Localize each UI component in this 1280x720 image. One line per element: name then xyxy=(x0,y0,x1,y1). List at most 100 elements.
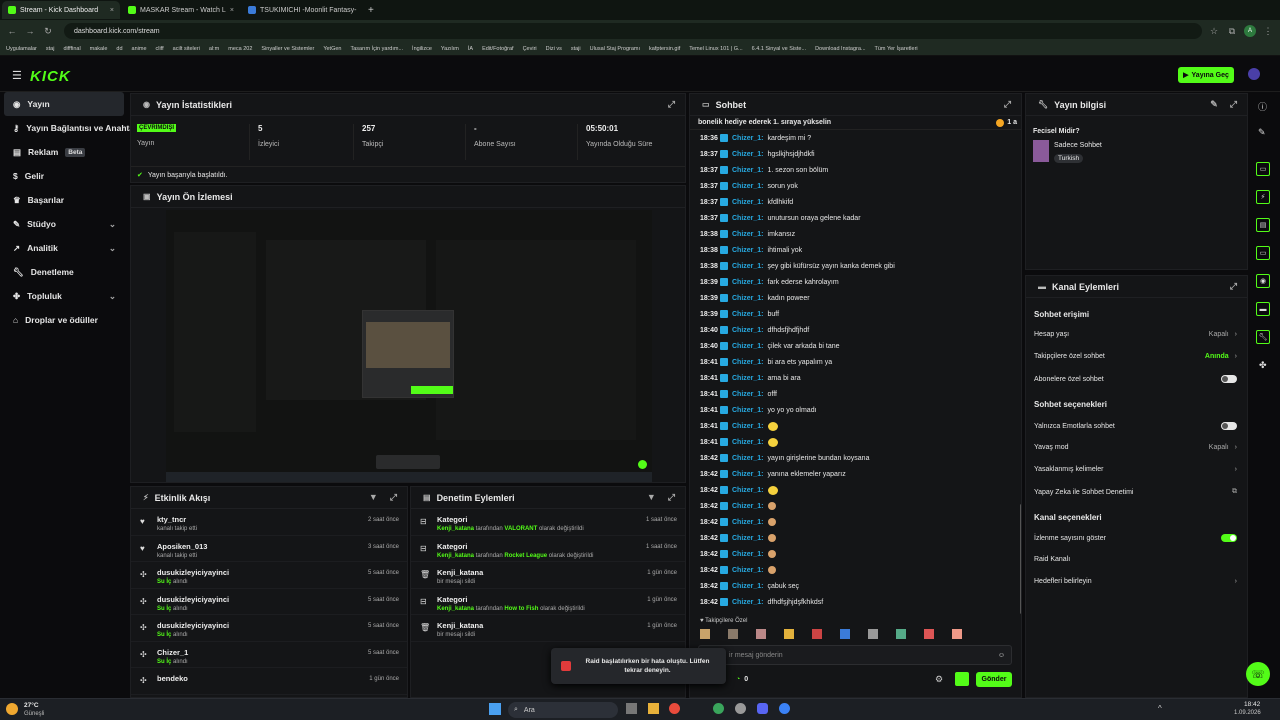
bookmark-item[interactable]: staji xyxy=(571,46,581,52)
chat-message[interactable]: 18:38 Chizer_1: şey gibi küfürsüz yayın ka… xyxy=(690,258,1021,274)
filter-icon[interactable]: ▼ xyxy=(647,492,656,503)
chrome-icon[interactable] xyxy=(669,703,680,714)
emote-icon[interactable] xyxy=(700,629,710,639)
message-username[interactable]: Chizer_1: xyxy=(732,583,764,590)
close-tab-icon[interactable]: × xyxy=(230,7,234,14)
chat-message[interactable]: 18:37 Chizer_1: sorun yok xyxy=(690,178,1021,194)
rail-moderation-button[interactable]: ▤ xyxy=(1256,218,1270,232)
rail-info-button[interactable]: 🔧︎ xyxy=(1256,330,1270,344)
popout-icon[interactable]: ⤢ xyxy=(1004,99,1011,110)
chat-message[interactable]: 18:39 Chizer_1: kadın poweer xyxy=(690,290,1021,306)
send-button[interactable]: Gönder xyxy=(976,672,1012,687)
rail-activity-button[interactable]: ⚡︎ xyxy=(1256,190,1270,204)
chat-message[interactable]: 18:42 Chizer_1: yanına eklemeler yaparız xyxy=(690,466,1021,482)
channel-points[interactable]: ◔ 0 xyxy=(736,676,748,683)
sidebar-item-studio[interactable]: ✎ Stüdyo ⌄ xyxy=(0,212,128,236)
emote-icon[interactable] xyxy=(924,629,934,639)
message-username[interactable]: Chizer_1: xyxy=(732,439,764,446)
chat-message[interactable]: 18:41 Chizer_1: yo yo yo olmadı xyxy=(690,402,1021,418)
chat-message[interactable]: 18:36 Chizer_1: kardeşim mi ? xyxy=(690,130,1021,146)
chat-message[interactable]: 18:37 Chizer_1: unutursun oraya gelene kad… xyxy=(690,210,1021,226)
windows-start-icon[interactable] xyxy=(489,703,501,715)
forward-icon[interactable]: → xyxy=(24,26,36,36)
chat-message[interactable]: 18:41 Chizer_1: ama bi ara xyxy=(690,370,1021,386)
message-username[interactable]: Chizer_1: xyxy=(732,135,764,142)
file-explorer-icon[interactable] xyxy=(648,703,659,714)
chat-message[interactable]: 18:42 Chizer_1: xyxy=(690,562,1021,578)
chat-message[interactable]: 18:37 Chizer_1: 1. sezon son bölüm xyxy=(690,162,1021,178)
user-avatar[interactable] xyxy=(1248,68,1260,80)
popout-icon[interactable]: ⤢ xyxy=(1230,281,1237,292)
popout-icon[interactable]: ⤢ xyxy=(668,99,675,110)
bookmark-item[interactable]: Sinyaller ve Sistemler xyxy=(261,46,314,52)
bookmark-item[interactable]: Download Instagra... xyxy=(815,46,865,52)
message-username[interactable]: Chizer_1: xyxy=(732,311,764,318)
message-username[interactable]: Chizer_1: xyxy=(732,599,764,606)
message-username[interactable]: Chizer_1: xyxy=(732,343,764,350)
tray-chevron-icon[interactable]: ^ xyxy=(1158,704,1162,713)
sidebar-item-ads[interactable]: ▤ Reklam Beta xyxy=(0,140,128,164)
message-username[interactable]: Chizer_1: xyxy=(732,279,764,286)
banned-words-setting[interactable]: Yasaklanmış kelimeler › xyxy=(1034,466,1237,473)
chat-message[interactable]: 18:41 Chizer_1: xyxy=(690,434,1021,450)
hamburger-menu-icon[interactable]: ☰ xyxy=(12,69,22,82)
chat-message[interactable]: 18:37 Chizer_1: kfdlhkifd xyxy=(690,194,1021,210)
chat-message[interactable]: 18:41 Chizer_1: offf xyxy=(690,386,1021,402)
profile-avatar[interactable]: A xyxy=(1244,25,1256,37)
go-live-button[interactable]: ▶ Yayına Geç xyxy=(1178,67,1234,83)
tab-tsukimichi[interactable]: TSUKIMICHI -Moonlit Fantasy- × xyxy=(242,1,360,19)
show-viewers-toggle[interactable] xyxy=(1221,534,1237,542)
message-username[interactable]: Chizer_1: xyxy=(732,247,764,254)
edit-icon[interactable]: ✎ xyxy=(1258,127,1266,138)
message-username[interactable]: Chizer_1: xyxy=(732,535,764,542)
info-icon[interactable]: ⓘ xyxy=(1258,100,1267,113)
chat-scrollbar[interactable] xyxy=(1020,504,1021,614)
star-icon[interactable]: ☆ xyxy=(1208,26,1220,37)
emote-only-setting[interactable]: Yalnızca Emotlarla sohbet xyxy=(1034,422,1237,430)
sidebar-item-analytics[interactable]: ↗ Analitik ⌄ xyxy=(0,236,128,260)
chat-message[interactable]: 18:42 Chizer_1: çabuk seç xyxy=(690,578,1021,594)
message-username[interactable]: Chizer_1: xyxy=(732,295,764,302)
message-username[interactable]: Chizer_1: xyxy=(732,375,764,382)
chat-input[interactable]: ir mesaj gönderin ☺ xyxy=(698,645,1012,665)
message-username[interactable]: Chizer_1: xyxy=(732,487,764,494)
bookmark-item[interactable]: staj xyxy=(46,46,55,52)
bookmark-item[interactable]: Uygulamalar xyxy=(6,46,37,52)
tab-maskar-stream[interactable]: MASKAR Stream - Watch L × xyxy=(122,1,240,19)
bookmark-item[interactable]: anime xyxy=(132,46,147,52)
taskbar-search[interactable]: ⌕ Ara xyxy=(508,702,618,718)
bookmark-item[interactable]: İngilizce xyxy=(412,46,432,52)
close-tab-icon[interactable]: × xyxy=(110,7,114,14)
error-toast[interactable]: Raid başlatılırken bir hata oluştu. Lütf… xyxy=(551,648,726,684)
chat-message[interactable]: 18:42 Chizer_1: xyxy=(690,546,1021,562)
edit-icon[interactable]: ✎ xyxy=(1210,99,1218,110)
discord-icon[interactable] xyxy=(757,703,768,714)
emote-icon[interactable] xyxy=(728,629,738,639)
slow-mode-setting[interactable]: Yavaş mod Kapalı › xyxy=(1034,444,1237,451)
bookmark-item[interactable]: difffinal xyxy=(63,46,80,52)
chat-message[interactable]: 18:42 Chizer_1: yayın girişlerine bundan k… xyxy=(690,450,1021,466)
chat-message[interactable]: 18:37 Chizer_1: hgslkjhsjdjhdkfi xyxy=(690,146,1021,162)
task-view-icon[interactable] xyxy=(626,703,637,714)
chat-message[interactable]: 18:42 Chizer_1: xyxy=(690,498,1021,514)
bookmark-item[interactable]: Dizi vs xyxy=(546,46,562,52)
new-tab-button[interactable]: + xyxy=(368,5,374,16)
community-icon[interactable]: ✤ xyxy=(1259,360,1267,371)
chat-message[interactable]: 18:38 Chizer_1: imkansız xyxy=(690,226,1021,242)
message-username[interactable]: Chizer_1: xyxy=(732,215,764,222)
message-username[interactable]: Chizer_1: xyxy=(732,151,764,158)
message-username[interactable]: Chizer_1: xyxy=(732,455,764,462)
message-username[interactable]: Chizer_1: xyxy=(732,199,764,206)
message-username[interactable]: Chizer_1: xyxy=(732,263,764,270)
kick-logo[interactable]: KICK xyxy=(30,68,71,85)
message-username[interactable]: Chizer_1: xyxy=(732,327,764,334)
message-username[interactable]: Chizer_1: xyxy=(732,503,764,510)
rail-chat-button[interactable]: ▭ xyxy=(1256,246,1270,260)
menu-dots-icon[interactable]: ⋮ xyxy=(1262,26,1274,37)
show-viewers-setting[interactable]: İzlenme sayısını göster xyxy=(1034,534,1237,542)
sidebar-item-stream[interactable]: ◉ Yayın xyxy=(4,92,124,116)
rail-preview-button[interactable]: ◉ xyxy=(1256,274,1270,288)
bookmark-item[interactable]: Tasarım İçin yardım... xyxy=(350,46,403,52)
emote-icon[interactable] xyxy=(952,629,962,639)
browser-icon[interactable] xyxy=(713,703,724,714)
